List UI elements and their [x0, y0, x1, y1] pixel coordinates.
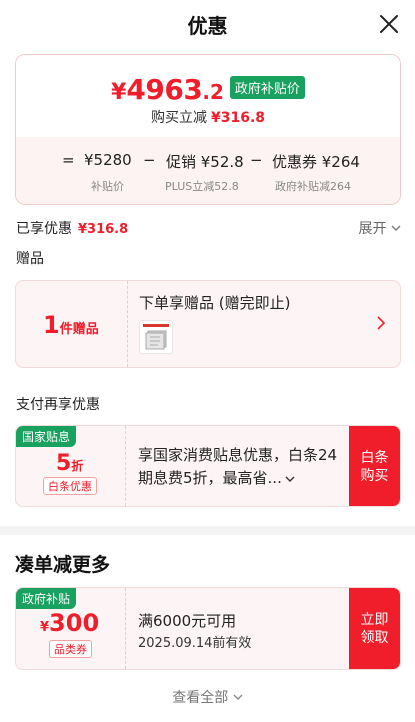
minus-sign: −: [250, 151, 263, 169]
coupon-currency: ¥: [40, 620, 50, 635]
state-subsidy-tag: 国家贴息: [16, 426, 77, 447]
gift-left: 1件赠品: [16, 281, 128, 367]
promo-label: PLUS立减52.8: [165, 180, 239, 193]
equals-sign: =: [62, 151, 75, 169]
close-icon[interactable]: [377, 12, 401, 36]
gov-subsidy-price-tag: 政府补贴价: [229, 76, 305, 99]
section-divider: [0, 526, 415, 535]
button-line: 立即: [360, 612, 389, 628]
coupon-expiry: 2025.09.14前有效: [138, 636, 252, 651]
coupon-label: 政府补贴减264: [275, 180, 351, 193]
promo-amount: 促销 ¥52.8: [166, 153, 244, 171]
enjoyed-amount: ¥316.8: [78, 222, 129, 237]
discount-value: 5折: [56, 451, 83, 476]
purchase-reduction: 购买立减 ¥316.8: [16, 107, 400, 127]
view-all-button[interactable]: 查看全部: [0, 687, 415, 707]
discount-number: 5: [56, 451, 72, 476]
coupon-left: 政府补贴 ¥300 品类券: [16, 588, 126, 669]
price-currency: ¥: [111, 80, 127, 105]
header: 优惠: [0, 0, 415, 52]
chevron-down-icon: [285, 476, 295, 482]
final-price: ¥4963.2 政府补贴价: [16, 73, 400, 106]
price-summary-card: ¥4963.2 政府补贴价 购买立减 ¥316.8 = ¥5280 − 促销 ¥52…: [15, 54, 401, 205]
baitiao-buy-button[interactable]: 白条 购买: [349, 426, 400, 506]
pay-offer-description[interactable]: 享国家消费贴息优惠，白条24期息费5折，最高省...: [138, 444, 350, 490]
claim-coupon-button[interactable]: 立即 领取: [349, 588, 400, 669]
gift-thumbnail: [139, 320, 173, 354]
chevron-down-icon: [233, 694, 243, 700]
reduction-amount: ¥316.8: [210, 110, 266, 126]
minus-sign: −: [143, 151, 156, 169]
subsidy-price: ¥5280: [84, 151, 132, 169]
gift-section-label: 赠品: [16, 251, 44, 267]
more-deals-title: 凑单减更多: [15, 554, 111, 576]
pay-offer-left: 国家贴息 5折 白条优惠: [16, 426, 126, 506]
coupon-value: ¥300: [40, 609, 99, 637]
pay-section-label: 支付再享优惠: [16, 397, 100, 413]
pay-offer-text: 享国家消费贴息优惠，白条24期息费5折，最高省...: [138, 446, 338, 487]
view-all-label: 查看全部: [172, 690, 229, 706]
expand-button[interactable]: 展开: [359, 218, 401, 238]
price-integer: 4963: [126, 73, 203, 106]
page-title: 优惠: [187, 14, 228, 38]
button-line: 白条: [360, 450, 389, 466]
discount-unit: 折: [71, 459, 84, 473]
gift-product-icon: [143, 324, 169, 350]
coupon-condition: 满6000元可用: [138, 612, 237, 630]
reduction-label: 购买立减: [150, 110, 207, 126]
price-calculation: = ¥5280 − 促销 ¥52.8 − 优惠券 ¥264: [16, 151, 400, 171]
expand-label: 展开: [358, 221, 387, 237]
button-line: 领取: [360, 630, 389, 646]
button-line: 购买: [360, 468, 389, 484]
baitiao-offer-badge: 白条优惠: [43, 477, 97, 495]
enjoyed-label: 已享优惠: [16, 221, 72, 237]
price-decimal: .2: [202, 80, 224, 104]
enjoyed-discount: 已享优惠 ¥316.8: [16, 218, 128, 238]
gift-card[interactable]: 1件赠品 下单享赠品 (赠完即止): [15, 280, 401, 368]
gov-subsidy-tag: 政府补贴: [16, 588, 77, 609]
chevron-right-icon: [377, 316, 386, 330]
pay-offer-card: 国家贴息 5折 白条优惠 享国家消费贴息优惠，白条24期息费5折，最高省... …: [15, 425, 401, 507]
coupon-amount: 优惠券 ¥264: [272, 153, 360, 171]
coupon-card: 政府补贴 ¥300 品类券 满6000元可用 2025.09.14前有效 立即 …: [15, 587, 401, 670]
category-coupon-badge: 品类券: [49, 640, 92, 658]
gift-count-unit: 件赠品: [59, 322, 99, 337]
gift-count: 1件赠品: [43, 311, 99, 339]
subsidy-price-label: 补贴价: [91, 180, 124, 193]
gift-count-number: 1: [43, 311, 60, 339]
chevron-down-icon: [391, 225, 401, 231]
coupon-amount: 300: [49, 609, 100, 637]
gift-title: 下单享赠品 (赠完即止): [139, 294, 291, 312]
